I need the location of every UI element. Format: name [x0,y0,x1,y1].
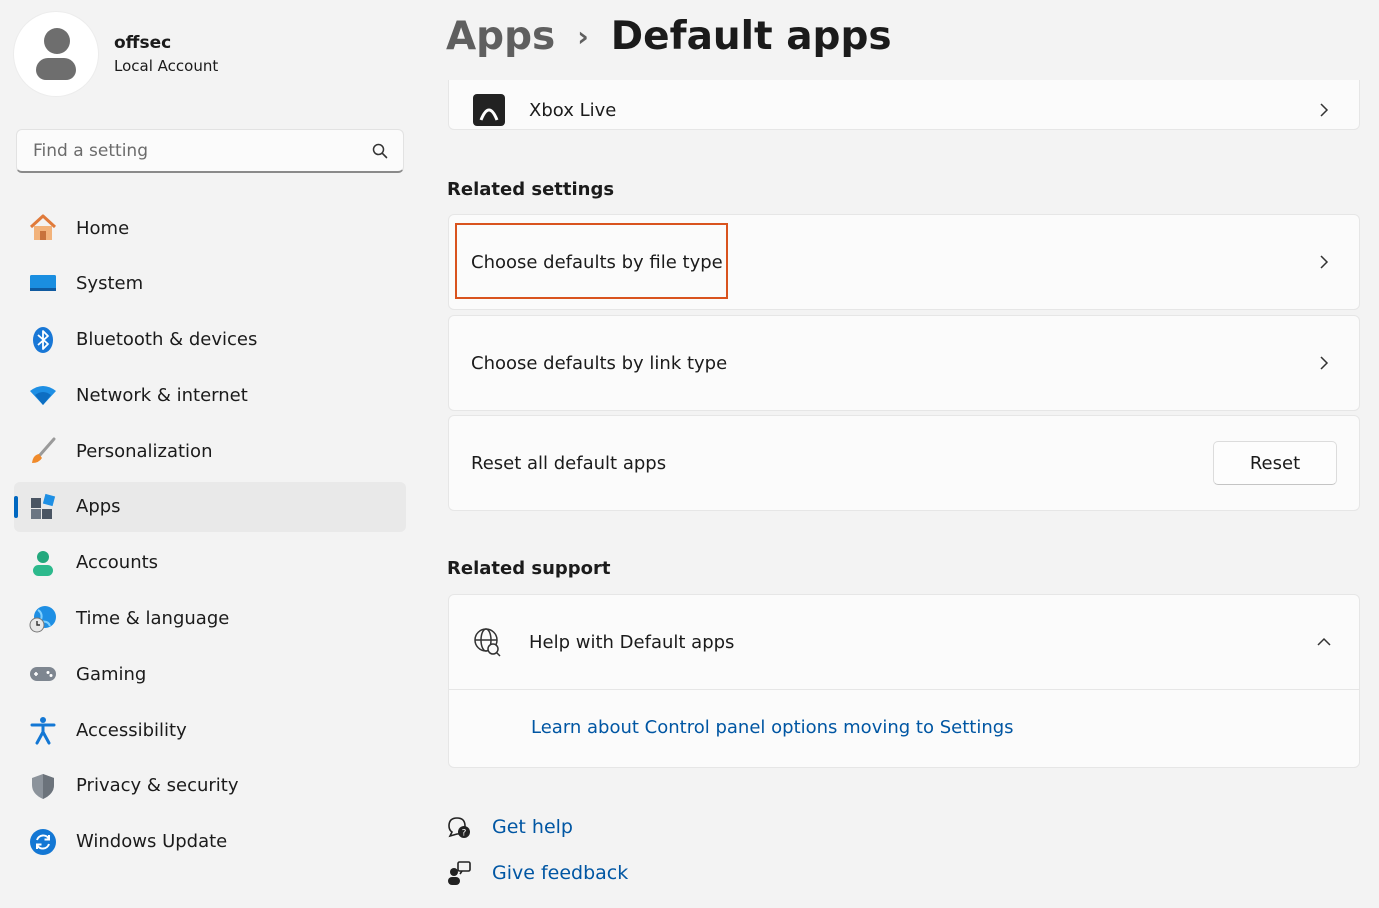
brush-icon [28,436,58,466]
sidebar-item-accessibility[interactable]: Accessibility [14,705,406,755]
related-support-title: Related support [447,558,611,579]
sidebar-item-system[interactable]: System [14,259,406,309]
sidebar-item-bluetooth[interactable]: Bluetooth & devices [14,315,406,365]
chevron-right-icon [1320,255,1329,269]
xbox-icon [473,94,505,126]
link-type-label: Choose defaults by link type [471,352,728,374]
svg-text:?: ? [462,829,467,839]
sidebar-item-label: Home [76,217,130,239]
related-settings-title: Related settings [447,179,615,200]
search-icon[interactable] [371,142,389,160]
choose-defaults-link-type[interactable]: Choose defaults by link type [448,315,1360,411]
feedback-icon [448,861,471,885]
sidebar-nav: Home System Bluetooth & devices Network … [14,203,406,873]
get-help-link[interactable]: ? Get help [446,814,573,840]
sidebar-item-label: Accessibility [76,719,187,741]
bluetooth-icon [28,325,58,355]
update-icon [28,827,58,857]
accounts-icon [28,548,58,578]
file-type-label: Choose defaults by file type [471,251,723,273]
sidebar-item-label: Windows Update [76,831,228,853]
search-box[interactable] [16,129,404,173]
sidebar-item-label: System [76,273,144,295]
sidebar-item-apps[interactable]: Apps [14,481,406,532]
chevron-up-icon[interactable] [1317,635,1331,649]
breadcrumb: Apps › Default apps [446,14,892,59]
sidebar: offsec Local Account Home [0,0,420,908]
give-feedback-label[interactable]: Give feedback [492,862,628,884]
globe-clock-icon [28,604,58,634]
system-icon [28,269,58,299]
apps-icon [28,492,58,522]
sidebar-item-label: Gaming [76,663,147,685]
globe-help-icon [474,628,501,657]
get-help-icon: ? [448,817,470,839]
reset-button[interactable]: Reset [1213,441,1337,485]
avatar [14,12,98,96]
sidebar-item-label: Accounts [76,552,159,574]
shield-icon [28,771,58,801]
profile-account-type: Local Account [114,57,219,75]
sidebar-item-label: Privacy & security [76,775,239,797]
sidebar-item-gaming[interactable]: Gaming [14,649,406,699]
gamepad-icon [28,659,58,689]
get-help-label[interactable]: Get help [492,816,573,838]
sidebar-item-label: Personalization [76,440,213,462]
sidebar-item-time-language[interactable]: Time & language [14,594,406,644]
default-app-row-xbox[interactable]: Xbox Live [448,80,1360,130]
app-name: Xbox Live [529,99,617,121]
wifi-icon [28,380,58,410]
main-content: Xbox Live Related settings Choose defaul… [446,80,1362,908]
sidebar-item-label: Time & language [76,608,230,630]
breadcrumb-separator: › [577,20,589,53]
give-feedback-link[interactable]: Give feedback [446,860,628,886]
choose-defaults-file-type[interactable]: Choose defaults by file type [448,214,1360,310]
user-profile[interactable]: offsec Local Account [14,12,218,96]
sidebar-item-accounts[interactable]: Accounts [14,538,406,588]
help-label: Help with Default apps [529,631,735,653]
profile-name: offsec [114,33,172,53]
accessibility-icon [28,715,58,745]
chevron-right-icon [1320,103,1329,117]
breadcrumb-parent[interactable]: Apps [446,14,555,59]
home-icon [28,213,58,243]
chevron-right-icon [1320,356,1329,370]
reset-default-apps-row: Reset all default apps Reset [448,415,1360,511]
sidebar-item-privacy[interactable]: Privacy & security [14,761,406,811]
page-title: Default apps [610,14,892,59]
sidebar-item-label: Bluetooth & devices [76,329,258,351]
sidebar-item-label: Network & internet [76,384,248,406]
learn-control-panel-link[interactable]: Learn about Control panel options moving… [531,717,1014,738]
sidebar-item-personalization[interactable]: Personalization [14,426,406,476]
help-default-apps-header[interactable]: Help with Default apps [449,595,1359,690]
sidebar-item-network[interactable]: Network & internet [14,370,406,420]
reset-label: Reset all default apps [471,452,667,474]
sidebar-item-label: Apps [76,496,121,518]
search-input[interactable] [31,139,371,162]
sidebar-item-windows-update[interactable]: Windows Update [14,817,406,867]
help-default-apps-expander: Help with Default apps Learn about Contr… [448,594,1360,768]
sidebar-item-home[interactable]: Home [14,203,406,253]
